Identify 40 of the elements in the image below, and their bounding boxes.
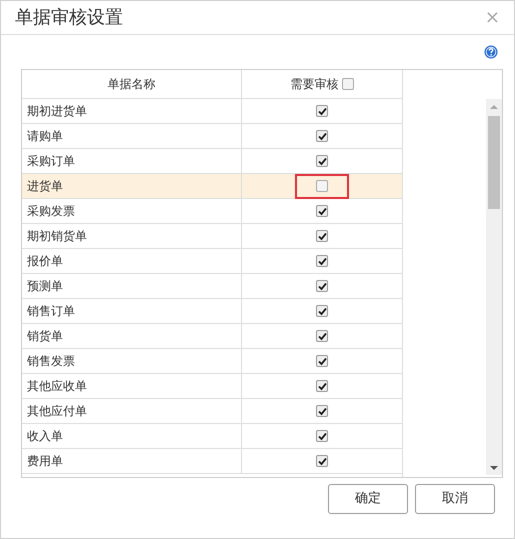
checkbox[interactable] bbox=[316, 155, 328, 167]
table-cell[interactable]: 预测单 bbox=[22, 274, 242, 298]
table-cell[interactable]: 采购发票 bbox=[22, 199, 242, 223]
window-title: 单据审核设置 bbox=[15, 6, 123, 30]
checkbox[interactable] bbox=[316, 205, 328, 217]
checkbox[interactable] bbox=[316, 405, 328, 417]
table-cell[interactable]: 期初进货单 bbox=[22, 99, 242, 123]
table-cell[interactable]: 收入单 bbox=[22, 424, 242, 448]
column-title: 需要审核 bbox=[290, 76, 338, 93]
table-cell[interactable]: 请购单 bbox=[22, 124, 242, 148]
checkbox[interactable] bbox=[316, 130, 328, 142]
column-header: 单据名称 bbox=[22, 70, 242, 98]
table-cell[interactable]: 销售发票 bbox=[22, 349, 242, 373]
table-cell[interactable]: 费用单 bbox=[22, 449, 242, 473]
table-cell[interactable]: 销货单 bbox=[22, 324, 242, 348]
dialog-button[interactable]: 确定 bbox=[328, 484, 408, 514]
table-cell[interactable]: 采购订单 bbox=[22, 149, 242, 173]
checkbox[interactable] bbox=[316, 380, 328, 392]
table-cell[interactable]: 进货单 bbox=[22, 174, 242, 198]
scrollbar[interactable] bbox=[486, 99, 502, 475]
table-cell[interactable]: 期初销货单 bbox=[22, 224, 242, 248]
checkbox[interactable] bbox=[342, 78, 354, 90]
checkbox[interactable] bbox=[316, 280, 328, 292]
scrollbar-thumb[interactable] bbox=[488, 116, 500, 209]
dialog-button[interactable]: 取消 bbox=[415, 484, 495, 514]
table-cell[interactable]: 报价单 bbox=[22, 249, 242, 273]
checkbox[interactable] bbox=[316, 355, 328, 367]
checkbox[interactable] bbox=[316, 105, 328, 117]
checkbox[interactable] bbox=[316, 255, 328, 267]
checkbox[interactable] bbox=[316, 455, 328, 467]
table-cell[interactable]: 销售订单 bbox=[22, 299, 242, 323]
scroll-down-icon[interactable] bbox=[490, 463, 498, 473]
checkbox[interactable] bbox=[316, 180, 328, 192]
table-cell[interactable]: 其他应收单 bbox=[22, 374, 242, 398]
table-cell[interactable]: 其他应付单 bbox=[22, 399, 242, 423]
checkbox[interactable] bbox=[316, 305, 328, 317]
checkbox[interactable] bbox=[316, 330, 328, 342]
checkbox[interactable] bbox=[316, 230, 328, 242]
checkbox[interactable] bbox=[316, 430, 328, 442]
help-icon[interactable] bbox=[484, 45, 498, 59]
